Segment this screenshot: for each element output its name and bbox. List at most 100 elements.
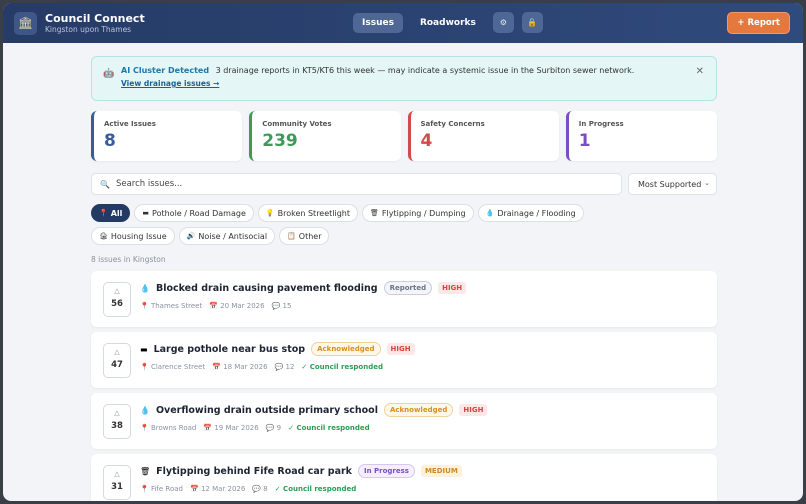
stat-value: 4	[420, 131, 433, 151]
issue-title: Overflowing drain outside primary school	[155, 404, 378, 416]
date: 📅 19 Mar 2026	[203, 424, 258, 432]
location: 📍 Thames Street	[140, 302, 202, 310]
report-button[interactable]: + Report	[727, 12, 790, 34]
upvote-button[interactable]: △ 38	[103, 404, 131, 439]
location-text: Browns Road	[150, 424, 197, 432]
vote-count: 56	[111, 299, 123, 309]
upvote-arrow-icon: △	[114, 470, 120, 478]
upvote-arrow-icon: △	[114, 348, 120, 356]
chip-label: Other	[298, 231, 322, 241]
date: 📅 12 Mar 2026	[190, 485, 245, 493]
calendar-icon: 📅	[203, 424, 215, 432]
trash-icon: 🗑	[140, 466, 151, 476]
filter-drainage[interactable]: 💧 Drainage / Flooding	[477, 204, 584, 222]
sort-value: Most Supported	[638, 179, 702, 189]
date-text: 12 Mar 2026	[200, 485, 246, 493]
filter-other[interactable]: 📋 Other	[279, 227, 330, 245]
vote-count: 31	[111, 482, 123, 492]
filter-noise[interactable]: 🔊 Noise / Antisocial	[178, 227, 276, 245]
issue-body: 💧 Blocked drain causing pavement floodin…	[140, 281, 467, 310]
stat-label: Community Votes	[262, 120, 332, 128]
issue-count: 8 issues in Kingston	[91, 255, 166, 264]
droplet-icon: 💧	[485, 209, 495, 217]
issue-meta: 📍 Fife Road 📅 12 Mar 2026 💬 8 ✓ Council …	[140, 485, 462, 493]
trash-icon: 🗑	[370, 209, 379, 217]
issue-meta: 📍 Thames Street 📅 20 Mar 2026 💬 15	[140, 302, 466, 310]
filter-flytipping[interactable]: 🗑 Flytipping / Dumping	[362, 204, 474, 222]
ai-cluster-alert: 🤖 AI Cluster Detected 3 drainage reports…	[91, 56, 717, 101]
search-row: 🔍 Most Supported ⌄	[91, 173, 717, 195]
comment-icon: 💬	[271, 302, 283, 310]
issue-title: Blocked drain causing pavement flooding	[155, 282, 378, 294]
issue-title: Flytipping behind Fife Road car park	[156, 465, 352, 477]
settings-icon[interactable]: ⚙	[492, 12, 514, 33]
status-badge: Acknowledged	[383, 403, 454, 417]
search-input[interactable]	[115, 179, 621, 189]
filter-streetlight[interactable]: 💡 Broken Streetlight	[257, 204, 359, 222]
issue-card[interactable]: △ 56 💧 Blocked drain causing pavement fl…	[91, 271, 717, 327]
brand: Council Connect Kingston upon Thames	[45, 12, 145, 35]
filter-all[interactable]: 📍 All	[91, 204, 131, 222]
road-icon: ▬	[142, 209, 150, 217]
comments: 💬 12	[275, 363, 295, 371]
app-window: 🏛 Council Connect Kingston upon Thames I…	[3, 3, 803, 501]
stat-label: Active Issues	[104, 120, 156, 128]
filter-housing[interactable]: 🏚 Housing Issue	[91, 227, 175, 245]
alert-text: 3 drainage reports in KT5/KT6 this week …	[215, 66, 635, 75]
issue-card[interactable]: △ 31 🗑 Flytipping behind Fife Road car p…	[91, 454, 717, 501]
issue-title-row: ▬ Large pothole near bus stop Acknowledg…	[140, 342, 415, 356]
council-logo-icon: 🏛	[14, 11, 37, 35]
upvote-button[interactable]: △ 56	[103, 282, 131, 317]
location-text: Clarence Street	[150, 363, 206, 371]
chip-label: Flytipping / Dumping	[381, 208, 466, 218]
issue-body: ▬ Large pothole near bus stop Acknowledg…	[140, 342, 415, 371]
date: 📅 18 Mar 2026	[212, 363, 267, 371]
upvote-button[interactable]: △ 47	[103, 343, 131, 378]
upvote-arrow-icon: △	[114, 409, 120, 417]
app-subtitle: Kingston upon Thames	[45, 24, 132, 34]
comments: 💬 9	[266, 424, 281, 432]
date-text: 20 Mar 2026	[220, 302, 265, 310]
alert-message: AI Cluster Detected 3 drainage reports i…	[121, 65, 706, 76]
status-badge: Acknowledged	[311, 342, 381, 356]
council-responded: ✓ Council responded	[288, 424, 370, 432]
comments: 💬 15	[272, 302, 292, 310]
stat-safety-concerns: Safety Concerns 4	[407, 111, 559, 161]
stat-value: 239	[262, 131, 298, 151]
issue-card[interactable]: △ 47 ▬ Large pothole near bus stop Ackno…	[91, 332, 717, 388]
search-icon: 🔍	[100, 179, 110, 189]
calendar-icon: 📅	[209, 302, 221, 310]
main-content: 🤖 AI Cluster Detected 3 drainage reports…	[91, 56, 717, 501]
location-text: Fife Road	[150, 485, 183, 493]
chevron-down-icon: ⌄	[704, 179, 710, 187]
issue-card[interactable]: △ 38 💧 Overflowing drain outside primary…	[91, 393, 717, 449]
location: 📍 Fife Road	[140, 485, 183, 493]
close-icon[interactable]: ✕	[696, 66, 704, 77]
comment-icon: 💬	[274, 363, 286, 371]
droplet-icon: 💧	[140, 405, 150, 415]
chip-label: Drainage / Flooding	[497, 208, 576, 218]
chip-label: Broken Streetlight	[277, 208, 351, 218]
comment-count: 8	[263, 485, 268, 493]
main-nav: Issues Roadworks ⚙ 🔒	[353, 12, 543, 33]
tab-roadworks[interactable]: Roadworks	[411, 13, 485, 33]
top-header: 🏛 Council Connect Kingston upon Thames I…	[3, 3, 803, 43]
filter-pothole[interactable]: ▬ Pothole / Road Damage	[134, 204, 254, 222]
category-filters: 📍 All ▬ Pothole / Road Damage 💡 Broken Stre…	[91, 204, 651, 245]
council-responded: ✓ Council responded	[301, 363, 383, 371]
sort-select[interactable]: Most Supported ⌄	[628, 173, 717, 195]
lock-icon[interactable]: 🔒	[521, 12, 543, 33]
droplet-icon: 💧	[140, 283, 150, 293]
chip-label: All	[110, 208, 123, 218]
robot-icon: 🤖	[103, 69, 115, 79]
comment-icon: 💬	[252, 485, 264, 493]
chip-label: Housing Issue	[110, 231, 167, 241]
priority-badge: MEDIUM	[420, 465, 462, 477]
council-responded: ✓ Council responded	[274, 485, 357, 493]
issue-title-row: 🗑 Flytipping behind Fife Road car park I…	[140, 464, 462, 478]
upvote-button[interactable]: △ 31	[103, 465, 131, 500]
tab-issues[interactable]: Issues	[353, 12, 403, 33]
vote-count: 38	[111, 421, 123, 431]
calendar-icon: 📅	[212, 363, 224, 371]
view-drainage-link[interactable]: View drainage issues →	[121, 79, 706, 88]
